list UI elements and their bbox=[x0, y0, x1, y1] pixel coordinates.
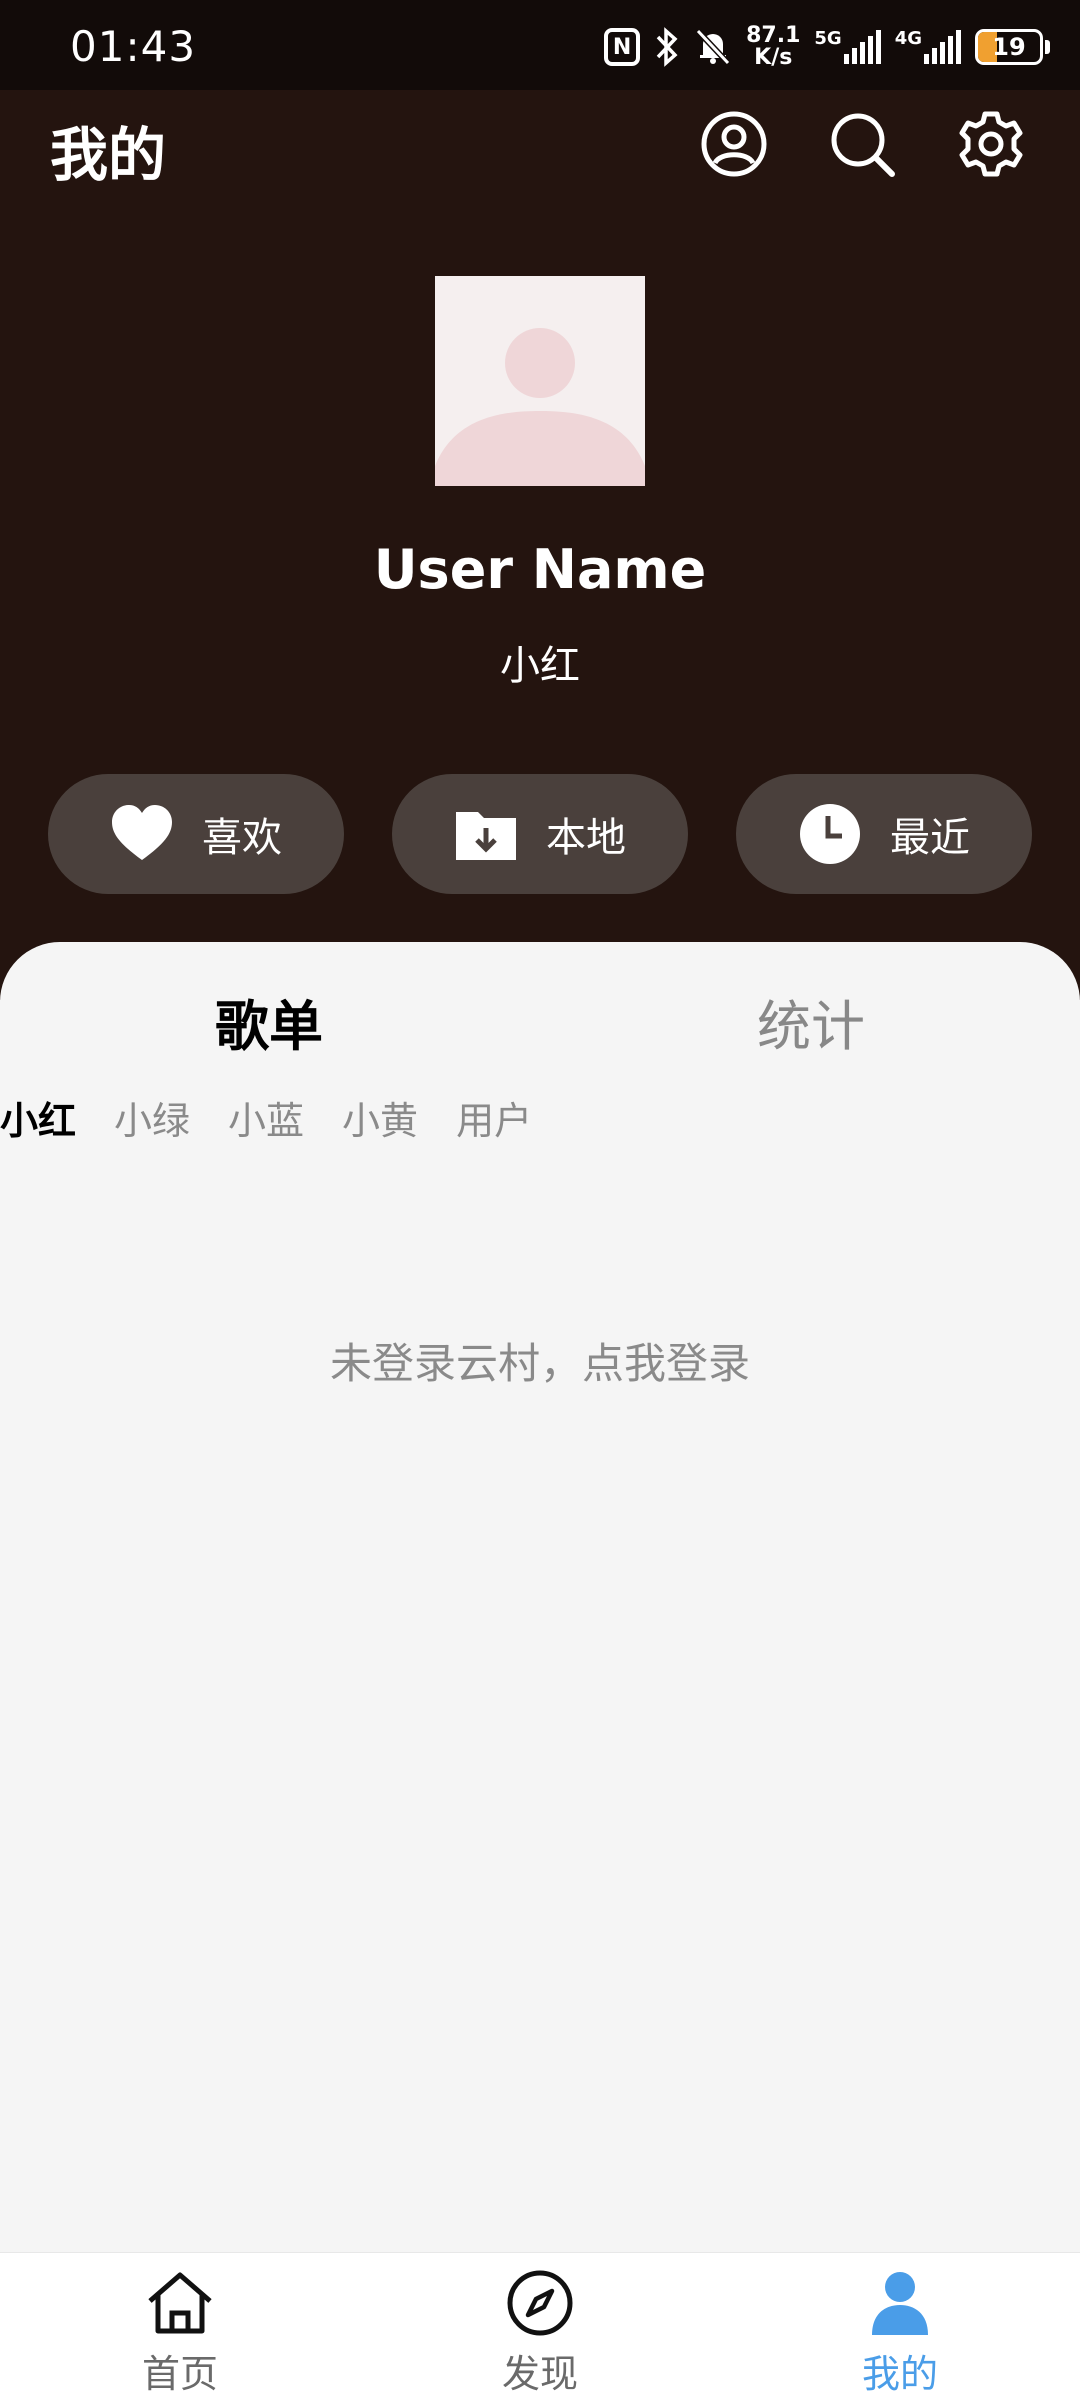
signal-4g: 4G bbox=[895, 30, 961, 64]
local-button[interactable]: 本地 bbox=[392, 774, 688, 894]
nav-discover[interactable]: 发现 bbox=[440, 2265, 640, 2398]
status-icons: N 87.1 K/s 5G 4G 19 bbox=[604, 22, 1050, 72]
search-icon bbox=[831, 113, 895, 177]
nfc-icon: N bbox=[604, 28, 641, 66]
tab-stats[interactable]: 统计 bbox=[757, 982, 865, 1061]
user-subtitle: 小红 bbox=[500, 643, 580, 689]
net-4g-label: 4G bbox=[894, 28, 922, 49]
local-label: 本地 bbox=[546, 815, 626, 861]
signal-5g: 5G bbox=[814, 28, 881, 64]
likes-label: 喜欢 bbox=[202, 815, 282, 861]
bluetooth-icon bbox=[656, 27, 678, 67]
page-title: 我的 bbox=[50, 121, 167, 189]
user-chip-list: 小红 小绿 小蓝 小黄 用户 bbox=[0, 1090, 532, 1145]
net-5g-label: 5G bbox=[814, 28, 842, 49]
heart-icon bbox=[110, 802, 174, 866]
nav-home[interactable]: 首页 bbox=[80, 2265, 280, 2398]
chip-item[interactable]: 小绿 bbox=[114, 1090, 190, 1145]
bottom-nav: 首页 发现 我的 bbox=[0, 2252, 1080, 2401]
tab-playlists[interactable]: 歌单 bbox=[215, 982, 323, 1061]
nav-discover-label: 发现 bbox=[501, 2352, 578, 2396]
net-speed-value: 87.1 bbox=[746, 23, 801, 48]
person-icon bbox=[872, 2272, 928, 2335]
chip-item[interactable]: 小蓝 bbox=[228, 1090, 304, 1145]
mute-bell-icon bbox=[695, 28, 731, 66]
recent-label: 最近 bbox=[890, 815, 970, 861]
net-speed-unit: K/s bbox=[754, 45, 793, 70]
search-button[interactable] bbox=[826, 108, 898, 180]
recent-button[interactable]: 最近 bbox=[736, 774, 1032, 894]
chip-item[interactable]: 用户 bbox=[456, 1090, 532, 1145]
net-speed: 87.1 K/s bbox=[746, 25, 800, 69]
status-time: 01:43 bbox=[70, 22, 197, 71]
chip-item[interactable]: 小红 bbox=[0, 1090, 76, 1145]
avatar[interactable] bbox=[435, 276, 645, 486]
content-sheet: 歌单 统计 小红 小绿 小蓝 小黄 用户 未登录云村，点我登录 bbox=[0, 942, 1080, 2252]
avatar-placeholder-icon bbox=[435, 276, 645, 486]
battery-level: 19 bbox=[992, 33, 1026, 61]
account-circle-icon bbox=[701, 111, 767, 177]
folder-download-icon bbox=[454, 802, 518, 866]
nav-mine[interactable]: 我的 bbox=[800, 2265, 1000, 2398]
settings-button[interactable] bbox=[955, 108, 1027, 180]
user-name[interactable]: User Name bbox=[0, 538, 1080, 601]
signal-bars-icon bbox=[924, 30, 961, 64]
login-prompt[interactable]: 未登录云村，点我登录 bbox=[0, 1330, 1080, 1391]
settings-icon bbox=[959, 111, 1023, 177]
clock-icon bbox=[798, 802, 862, 866]
battery-icon: 19 bbox=[975, 29, 1043, 65]
account-button[interactable] bbox=[698, 108, 770, 180]
likes-button[interactable]: 喜欢 bbox=[48, 774, 344, 894]
nav-mine-label: 我的 bbox=[861, 2352, 938, 2396]
compass-icon bbox=[507, 2270, 573, 2336]
home-icon bbox=[148, 2272, 212, 2334]
status-bar: 01:43 N 87.1 K/s 5G 4G 19 bbox=[0, 0, 1080, 90]
nav-home-label: 首页 bbox=[141, 2352, 218, 2396]
chip-item[interactable]: 小黄 bbox=[342, 1090, 418, 1145]
signal-bars-icon bbox=[843, 30, 881, 64]
battery-tip bbox=[1045, 40, 1050, 54]
